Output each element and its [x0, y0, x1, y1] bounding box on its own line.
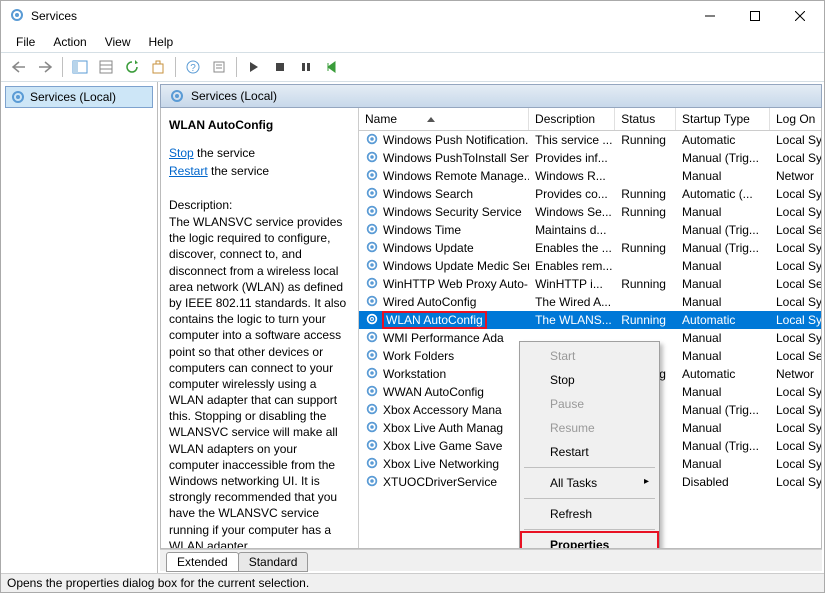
gear-icon: [365, 150, 379, 167]
description-text: The WLANSVC service provides the logic r…: [169, 214, 350, 548]
services-list: Name Description Status Startup Type Log…: [359, 108, 821, 548]
service-row[interactable]: Windows PushToInstall Serv...Provides in…: [359, 149, 821, 167]
tab-standard[interactable]: Standard: [238, 552, 309, 572]
restart-link[interactable]: Restart: [169, 164, 208, 178]
gear-icon: [365, 402, 379, 419]
gear-icon: [365, 222, 379, 239]
gear-icon: [9, 7, 25, 26]
gear-icon: [365, 258, 379, 275]
main-area: Services (Local) Services (Local) WLAN A…: [1, 82, 824, 573]
gear-icon: [365, 348, 379, 365]
properties-button[interactable]: [207, 55, 231, 79]
menu-bar: File Action View Help: [1, 31, 824, 52]
close-button[interactable]: [777, 2, 822, 31]
list-header: Name Description Status Startup Type Log…: [359, 108, 821, 131]
details-header-title: Services (Local): [191, 89, 277, 103]
menu-file[interactable]: File: [8, 33, 43, 51]
gear-icon: [365, 420, 379, 437]
cm-start: Start: [522, 344, 657, 368]
forward-button[interactable]: [33, 55, 57, 79]
cm-stop[interactable]: Stop: [522, 368, 657, 392]
tab-extended[interactable]: Extended: [166, 552, 239, 572]
service-row[interactable]: Windows Push Notification...This service…: [359, 131, 821, 149]
gear-icon: [365, 366, 379, 383]
help-button[interactable]: ?: [181, 55, 205, 79]
description-label: Description:: [169, 198, 350, 212]
col-header-status[interactable]: Status: [615, 108, 676, 130]
service-name: WLAN AutoConfig: [169, 118, 350, 132]
gear-icon: [365, 294, 379, 311]
gear-icon: [365, 276, 379, 293]
status-bar: Opens the properties dialog box for the …: [1, 573, 824, 592]
menu-help[interactable]: Help: [141, 33, 182, 51]
export-button[interactable]: [146, 55, 170, 79]
restart-service-button[interactable]: [320, 55, 344, 79]
tab-strip: Extended Standard: [160, 549, 822, 571]
cm-all-tasks[interactable]: All Tasks: [522, 471, 657, 495]
window-title: Services: [31, 9, 77, 23]
service-row[interactable]: Windows Update Medic Ser...Enables rem..…: [359, 257, 821, 275]
title-bar: Services: [1, 1, 824, 31]
service-row[interactable]: Windows UpdateEnables the ...RunningManu…: [359, 239, 821, 257]
service-row[interactable]: Windows Remote Manage...Windows R...Manu…: [359, 167, 821, 185]
svg-text:?: ?: [190, 63, 196, 74]
cm-properties[interactable]: Properties: [520, 531, 659, 548]
service-row[interactable]: Windows Security ServiceWindows Se...Run…: [359, 203, 821, 221]
service-row[interactable]: Wired AutoConfigThe Wired A...ManualLoca…: [359, 293, 821, 311]
gear-icon: [365, 186, 379, 203]
stop-link[interactable]: Stop: [169, 146, 194, 160]
cm-refresh[interactable]: Refresh: [522, 502, 657, 526]
minimize-button[interactable]: [687, 2, 732, 31]
gear-icon: [365, 456, 379, 473]
refresh-button[interactable]: [120, 55, 144, 79]
gear-icon: [365, 204, 379, 221]
service-row[interactable]: WLAN AutoConfigThe WLANS...RunningAutoma…: [359, 311, 821, 329]
maximize-button[interactable]: [732, 2, 777, 31]
toolbar: ?: [1, 52, 824, 82]
status-text: Opens the properties dialog box for the …: [7, 576, 309, 590]
gear-icon: [169, 88, 185, 104]
service-row[interactable]: Windows SearchProvides co...RunningAutom…: [359, 185, 821, 203]
gear-icon: [365, 312, 379, 329]
pause-service-button[interactable]: [294, 55, 318, 79]
cm-restart[interactable]: Restart: [522, 440, 657, 464]
col-header-log-on[interactable]: Log On: [770, 108, 821, 130]
back-button[interactable]: [7, 55, 31, 79]
gear-icon: [365, 240, 379, 257]
details-header: Services (Local): [160, 84, 822, 108]
tree-node-services-local[interactable]: Services (Local): [5, 86, 153, 108]
col-header-name[interactable]: Name: [359, 108, 529, 130]
gear-icon: [365, 168, 379, 185]
cm-pause: Pause: [522, 392, 657, 416]
stop-service-button[interactable]: [268, 55, 292, 79]
col-header-description[interactable]: Description: [529, 108, 615, 130]
show-hide-tree-button[interactable]: [68, 55, 92, 79]
cm-resume: Resume: [522, 416, 657, 440]
menu-view[interactable]: View: [97, 33, 139, 51]
service-row[interactable]: WinHTTP Web Proxy Auto-...WinHTTP i...Ru…: [359, 275, 821, 293]
gear-icon: [365, 438, 379, 455]
col-header-startup-type[interactable]: Startup Type: [676, 108, 770, 130]
menu-action[interactable]: Action: [45, 33, 94, 51]
gear-icon: [365, 330, 379, 347]
context-menu: Start Stop Pause Resume Restart All Task…: [519, 341, 660, 548]
gear-icon: [365, 474, 379, 491]
gear-icon: [10, 89, 26, 105]
start-service-button[interactable]: [242, 55, 266, 79]
tree-node-label: Services (Local): [30, 90, 116, 104]
description-panel: WLAN AutoConfig Stop the service Restart…: [161, 108, 359, 548]
export-list-button[interactable]: [94, 55, 118, 79]
gear-icon: [365, 132, 379, 149]
gear-icon: [365, 384, 379, 401]
service-row[interactable]: Windows TimeMaintains d...Manual (Trig..…: [359, 221, 821, 239]
details-pane: Services (Local) WLAN AutoConfig Stop th…: [158, 82, 824, 573]
tree-pane: Services (Local): [1, 82, 158, 573]
